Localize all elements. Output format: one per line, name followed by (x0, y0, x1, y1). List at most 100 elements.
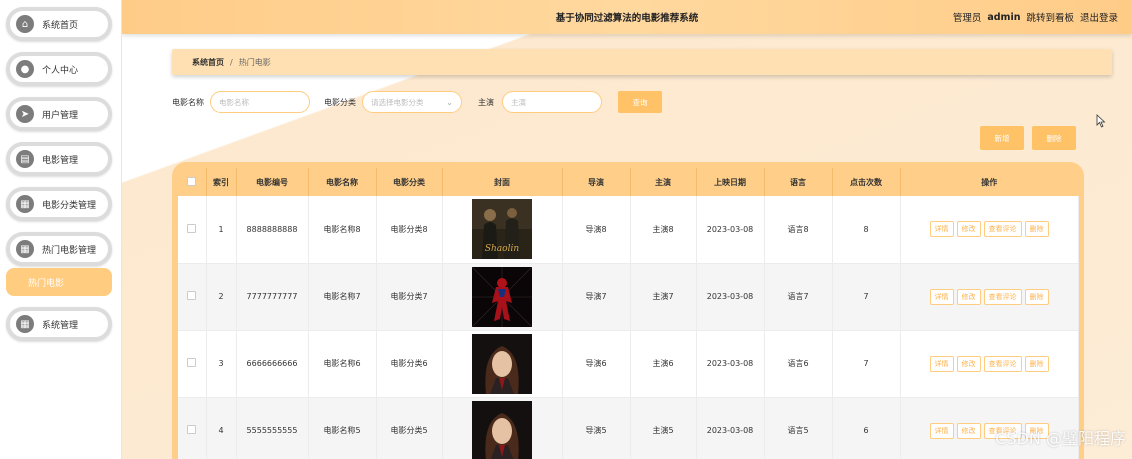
cell-actor: 主演8 (630, 196, 697, 264)
add-button[interactable]: 新增 (980, 126, 1024, 150)
row-delete-button[interactable]: 删除 (1024, 288, 1049, 305)
actor-input[interactable]: 主演 (502, 91, 602, 113)
col-header-release-date: 上映日期 (696, 168, 765, 196)
movie-cover-image[interactable] (472, 400, 532, 459)
logout-link[interactable]: 退出登录 (1080, 10, 1118, 24)
grid-icon: ▦ (16, 240, 34, 258)
cell-clicks: 8 (832, 196, 901, 264)
sidebar-item-label: 用户管理 (42, 110, 79, 121)
user-role: 管理员 (952, 13, 982, 24)
row-delete-button[interactable]: 删除 (1024, 355, 1049, 372)
user-icon: ● (16, 60, 34, 78)
col-header-director: 导演 (562, 168, 631, 196)
sidebar-item-system[interactable]: ▦ 系统管理 (6, 307, 112, 341)
cell-release-date: 2023-03-08 (696, 330, 765, 398)
view-comments-button[interactable]: 查看评论 (983, 288, 1022, 305)
cell-cover (442, 330, 563, 398)
select-all-checkbox[interactable] (187, 176, 197, 186)
edit-button[interactable]: 修改 (956, 221, 981, 238)
col-header-actions: 操作 (981, 177, 998, 187)
row-actions: 详情 修改 查看评论 删除 (901, 288, 1078, 305)
sidebar-item-home[interactable]: ⌂ 系统首页 (6, 7, 112, 41)
cell-director: 导演6 (562, 330, 631, 398)
edit-button[interactable]: 修改 (956, 422, 981, 439)
sidebar-item-label: 热门电影管理 (42, 245, 97, 256)
breadcrumb-current: 热门电影 (238, 57, 271, 67)
cell-release-date: 2023-03-08 (696, 397, 765, 459)
movie-cover-image[interactable]: Shaolin (472, 199, 532, 260)
top-header: 基于协同过滤算法的电影推荐系统 管理员 admin 跳转到看板 退出登录 (122, 0, 1132, 34)
send-icon: ➤ (16, 105, 34, 123)
detail-button[interactable]: 详情 (929, 355, 954, 372)
sidebar-item-users[interactable]: ➤ 用户管理 (6, 97, 112, 131)
cell-actions: 详情 修改 查看评论 删除 (900, 263, 1079, 331)
select-all-header (178, 168, 207, 196)
cell-director: 导演7 (562, 263, 631, 331)
breadcrumb-home[interactable]: 系统首页 (192, 57, 224, 68)
sidebar-item-profile[interactable]: ● 个人中心 (6, 52, 112, 86)
movie-table: 索引 电影编号 电影名称 电影分类 封面 导演 主演 上映日期 语言 点击次数 … (178, 168, 1079, 459)
sidebar-item-label: 系统首页 (42, 20, 79, 31)
row-checkbox[interactable] (187, 223, 197, 233)
cell-code: 6666666666 (236, 330, 309, 398)
dashboard-link[interactable]: 跳转到看板 (1026, 10, 1074, 24)
search-bar: 电影名称 电影名称 电影分类 请选择电影分类 ⌄ 主演 主演 查询 (172, 90, 662, 114)
col-header-language: 语言 (764, 168, 833, 196)
cell-name: 电影名称6 (308, 330, 377, 398)
home-icon: ⌂ (16, 15, 34, 33)
doc-icon: ▤ (16, 150, 34, 168)
movie-category-label: 电影分类 (324, 97, 356, 107)
cell-language: 语言8 (764, 196, 833, 264)
cell-index: 4 (206, 397, 237, 459)
row-checkbox[interactable] (187, 425, 197, 434)
col-header-cover: 封面 (442, 168, 563, 196)
detail-button[interactable]: 详情 (929, 422, 954, 439)
row-checkbox-cell (178, 196, 207, 264)
movie-cover-image[interactable] (472, 266, 532, 327)
movie-cover-image[interactable] (472, 333, 532, 394)
cell-actions: 详情 修改 查看评论 删除 (900, 330, 1079, 398)
query-button[interactable]: 查询 (618, 91, 662, 113)
cell-category: 电影分类8 (376, 196, 443, 264)
sidebar-item-movies[interactable]: ▤ 电影管理 (6, 142, 112, 176)
sidebar-subitem-hot-movies[interactable]: 热门电影 (6, 268, 112, 296)
table-header-row: 索引 电影编号 电影名称 电影分类 封面 导演 主演 上映日期 语言 点击次数 … (178, 168, 1078, 196)
movie-name-label: 电影名称 (172, 97, 204, 107)
sidebar-item-label: 电影分类管理 (42, 200, 97, 211)
movie-table-container: 索引 电影编号 电影名称 电影分类 封面 导演 主演 上映日期 语言 点击次数 … (172, 162, 1084, 459)
cell-name: 电影名称5 (308, 397, 377, 459)
sidebar-item-label: 个人中心 (42, 65, 79, 76)
edit-button[interactable]: 修改 (956, 288, 981, 305)
col-header-category: 电影分类 (376, 168, 443, 196)
cell-cover (442, 263, 563, 331)
cell-clicks: 7 (832, 263, 901, 331)
row-delete-button[interactable]: 删除 (1024, 221, 1049, 238)
col-header-code: 电影编号 (236, 168, 309, 196)
row-checkbox-cell (178, 330, 207, 398)
mouse-cursor-icon (1096, 114, 1106, 128)
detail-button[interactable]: 详情 (929, 221, 954, 238)
movie-name-input[interactable]: 电影名称 (210, 91, 310, 113)
view-comments-button[interactable]: 查看评论 (983, 355, 1022, 372)
cell-name: 电影名称8 (308, 196, 377, 264)
delete-button[interactable]: 删除 (1032, 126, 1076, 150)
cell-actor: 主演6 (630, 330, 697, 398)
cell-category: 电影分类5 (376, 397, 443, 459)
edit-button[interactable]: 修改 (956, 355, 981, 372)
cell-director: 导演5 (562, 397, 631, 459)
cell-index: 2 (206, 263, 237, 331)
row-checkbox[interactable] (187, 291, 197, 300)
movie-category-select[interactable]: 请选择电影分类 ⌄ (362, 91, 462, 113)
username: admin (987, 11, 1021, 23)
view-comments-button[interactable]: 查看评论 (983, 221, 1022, 238)
cell-release-date: 2023-03-08 (696, 196, 765, 264)
breadcrumb-separator: / (230, 57, 233, 67)
sidebar-item-hot-movies[interactable]: ▦ 热门电影管理 (6, 232, 112, 266)
sidebar-item-movie-categories[interactable]: ▦ 电影分类管理 (6, 187, 112, 221)
row-checkbox[interactable] (187, 358, 197, 367)
sidebar-item-label: 电影管理 (42, 155, 79, 166)
sidebar-item-label: 系统管理 (42, 320, 79, 331)
cell-code: 8888888888 (236, 196, 309, 264)
detail-button[interactable]: 详情 (929, 288, 954, 305)
cover-title-text: Shaolin (485, 244, 520, 254)
